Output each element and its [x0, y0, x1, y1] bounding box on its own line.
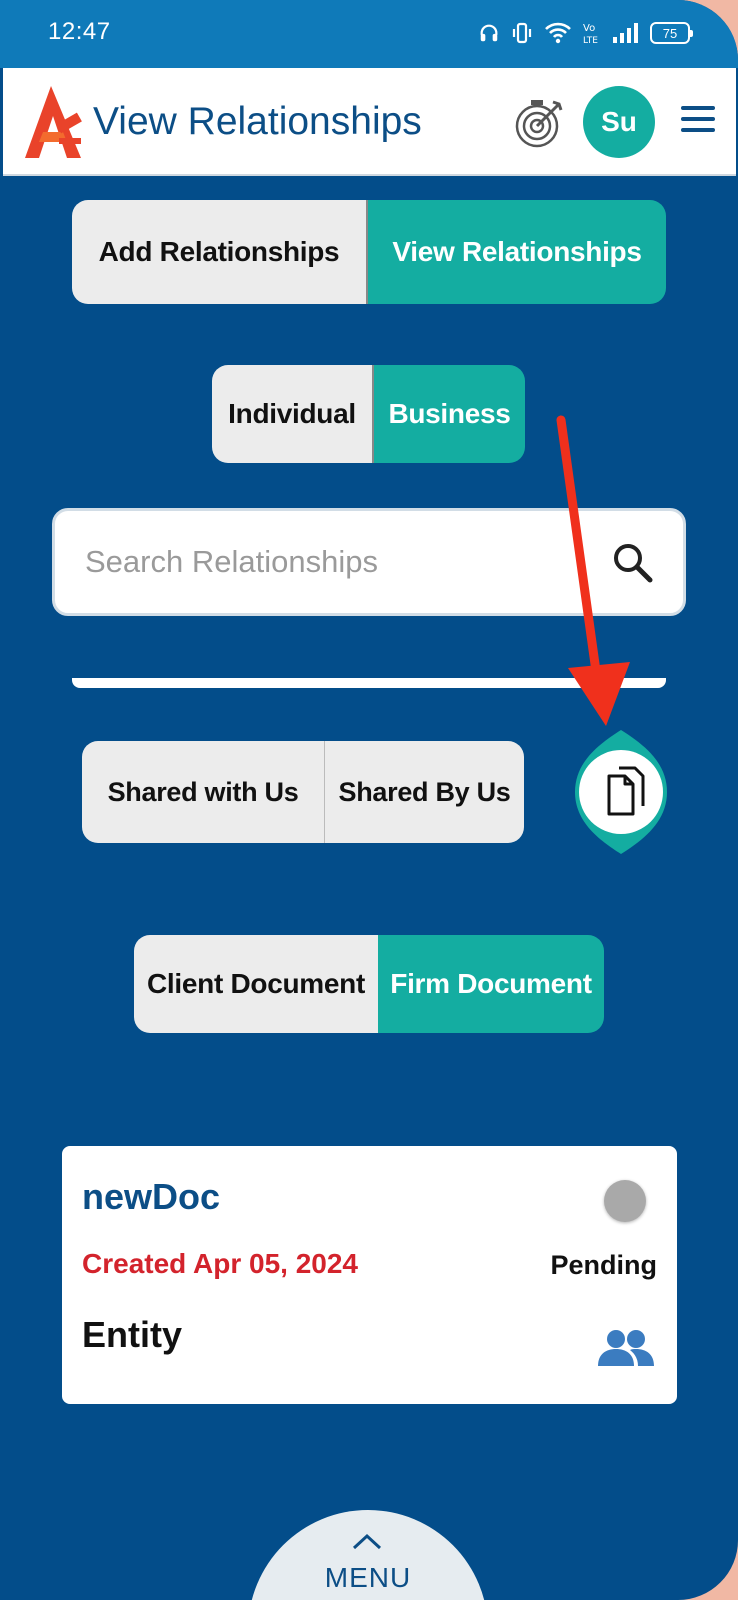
client-document-tab[interactable]: Client Document: [134, 935, 378, 1033]
search-input[interactable]: [85, 511, 585, 613]
add-relationships-tab[interactable]: Add Relationships: [72, 200, 368, 304]
signal-icon: [613, 23, 638, 43]
bottom-menu-tab[interactable]: MENU: [248, 1510, 488, 1600]
status-bar: 12:47 Vo LTE 75: [0, 0, 738, 68]
app-logo: [25, 86, 82, 158]
document-created-date: Created Apr 05, 2024: [82, 1248, 358, 1279]
headphones-icon: [480, 24, 498, 42]
search-box: [52, 508, 686, 616]
hamburger-menu-icon[interactable]: [681, 106, 715, 136]
chevron-up-icon: [352, 1533, 382, 1550]
user-avatar[interactable]: Su: [583, 86, 655, 158]
share-direction-toggle: Shared with Us Shared By Us: [82, 741, 524, 843]
wifi-icon: [545, 22, 571, 44]
firm-document-tab[interactable]: Firm Document: [378, 935, 604, 1033]
document-name: newDoc: [82, 1176, 221, 1217]
relationship-type-toggle: Individual Business: [212, 365, 525, 463]
document-entity-type: Entity: [82, 1314, 183, 1355]
shared-by-us-tab[interactable]: Shared By Us: [325, 741, 524, 843]
section-divider: [72, 678, 666, 688]
individual-tab[interactable]: Individual: [212, 365, 374, 463]
search-icon[interactable]: [611, 541, 655, 585]
people-icon[interactable]: [596, 1328, 656, 1368]
app-header: View Relationships Su: [3, 68, 736, 176]
volte-icon: Vo LTE: [583, 23, 598, 45]
copy-documents-button[interactable]: [575, 730, 667, 854]
vibrate-icon: [512, 22, 532, 44]
app-screen: 12:47 Vo LTE 75 View Relationships Su Ad…: [0, 0, 738, 1600]
svg-text:Vo: Vo: [583, 23, 595, 34]
svg-text:LTE: LTE: [583, 36, 598, 45]
battery-icon: 75: [650, 22, 693, 44]
status-indicator: [604, 1180, 646, 1222]
page-title: View Relationships: [93, 100, 422, 143]
status-time: 12:47: [48, 18, 111, 45]
document-source-toggle: Client Document Firm Document: [134, 935, 604, 1033]
status-icons: Vo LTE 75: [478, 18, 693, 48]
relationship-mode-toggle: Add Relationships View Relationships: [72, 200, 666, 304]
business-tab[interactable]: Business: [374, 365, 525, 463]
goal-target-icon[interactable]: [513, 96, 567, 150]
view-relationships-tab[interactable]: View Relationships: [368, 200, 666, 304]
menu-label: MENU: [324, 1562, 412, 1593]
document-status: Pending: [550, 1250, 658, 1280]
shared-with-us-tab[interactable]: Shared with Us: [82, 741, 325, 843]
document-card[interactable]: newDoc Created Apr 05, 2024 Entity Pendi…: [62, 1146, 677, 1404]
